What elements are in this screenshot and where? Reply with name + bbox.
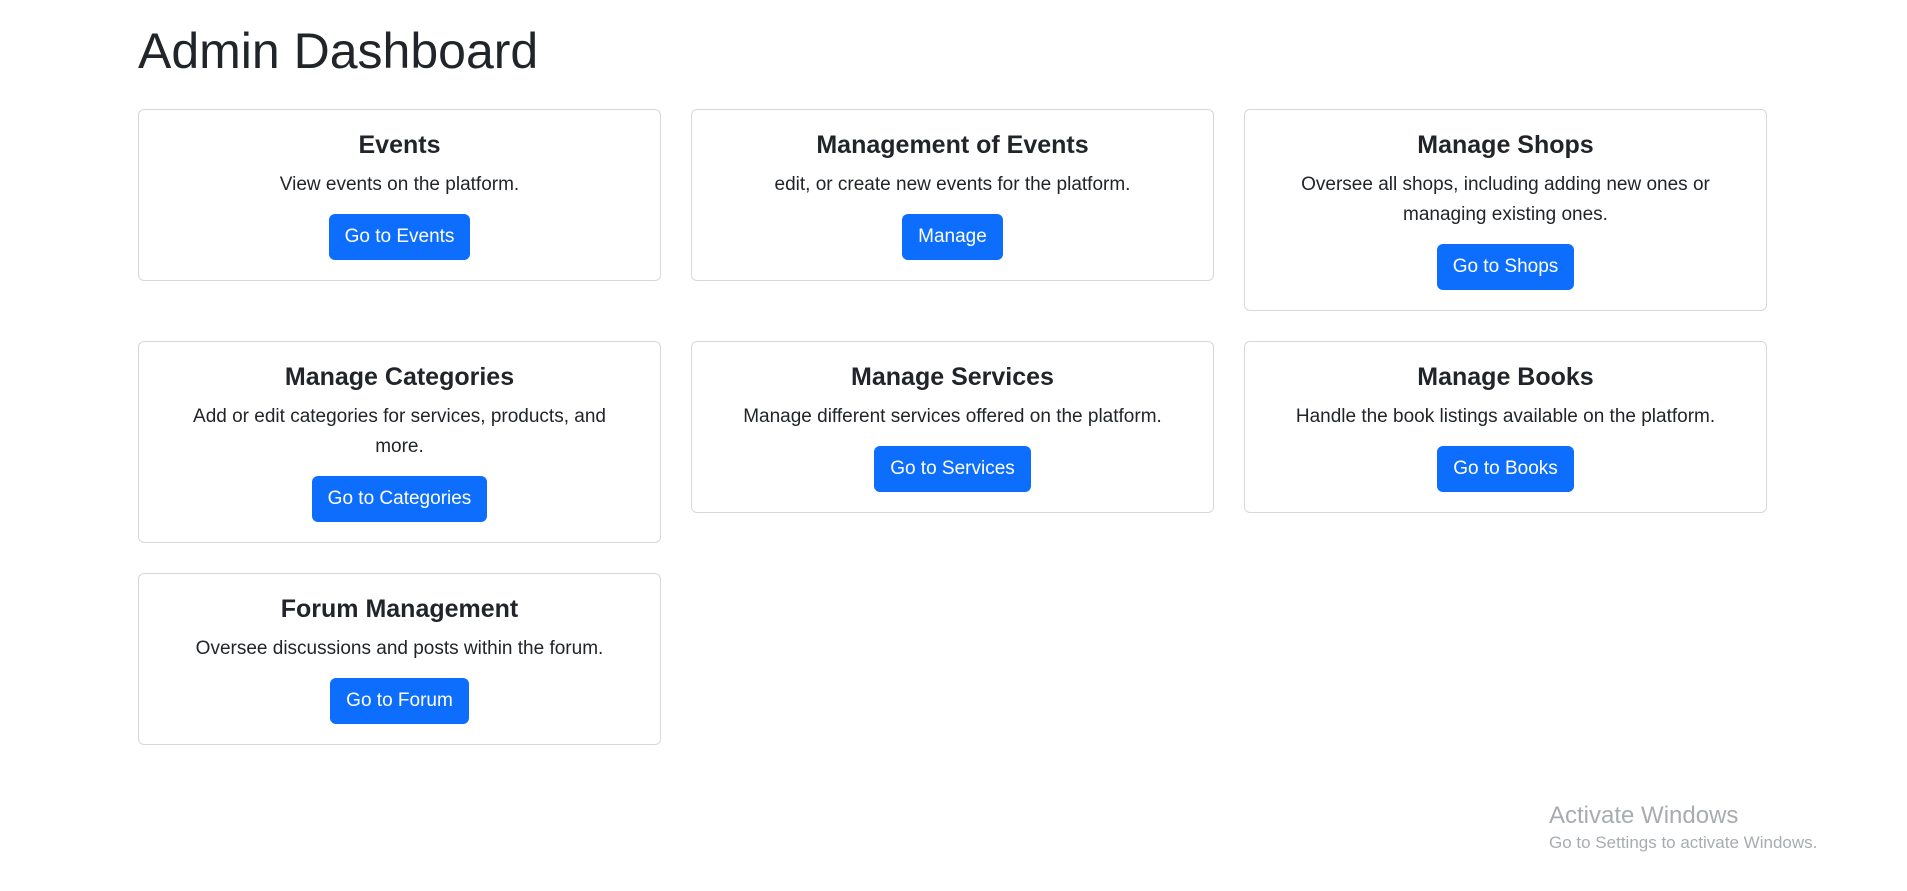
card-description: Add or edit categories for services, pro… — [193, 406, 606, 457]
watermark-subtitle: Go to Settings to activate Windows. — [1549, 833, 1818, 852]
card-title: Management of Events — [816, 131, 1089, 159]
go-to-categories-button[interactable]: Go to Categories — [311, 476, 488, 522]
card-description: Oversee discussions and posts within the… — [195, 638, 604, 659]
go-to-services-button[interactable]: Go to Services — [874, 446, 1031, 492]
card-description: View events on the platform. — [279, 174, 520, 195]
card-description: edit, or create new events for the platf… — [774, 174, 1131, 195]
card-title: Forum Management — [280, 595, 519, 623]
card-manage-shops: Manage Shops Oversee all shops, includin… — [1244, 109, 1767, 311]
card-forum-management: Forum Management Oversee discussions and… — [138, 573, 661, 745]
card-management-of-events: Management of Events edit, or create new… — [691, 109, 1214, 281]
card-grid: Events View events on the platform. Go t… — [138, 109, 1768, 745]
card-description: Handle the book listings available on th… — [1295, 406, 1716, 427]
activate-windows-watermark: Activate Windows Go to Settings to activ… — [1549, 801, 1817, 855]
go-to-books-button[interactable]: Go to Books — [1437, 446, 1574, 492]
go-to-shops-button[interactable]: Go to Shops — [1436, 244, 1575, 290]
admin-dashboard-page: Admin Dashboard Events View events on th… — [0, 0, 1907, 891]
card-manage-categories: Manage Categories Add or edit categories… — [138, 341, 661, 543]
card-title: Manage Shops — [1417, 131, 1594, 159]
go-to-events-button[interactable]: Go to Events — [328, 214, 471, 260]
page-title: Admin Dashboard — [138, 23, 539, 79]
watermark-title: Activate Windows — [1549, 802, 1739, 829]
card-description: Manage different services offered on the… — [743, 406, 1162, 427]
card-manage-services: Manage Services Manage different service… — [691, 341, 1214, 513]
card-events: Events View events on the platform. Go t… — [138, 109, 661, 281]
card-manage-books: Manage Books Handle the book listings av… — [1244, 341, 1767, 513]
card-title: Manage Services — [851, 363, 1054, 391]
card-description: Oversee all shops, including adding new … — [1301, 174, 1710, 225]
card-title: Manage Categories — [284, 363, 515, 391]
manage-events-button[interactable]: Manage — [902, 214, 1003, 260]
card-title: Events — [358, 131, 441, 159]
card-title: Manage Books — [1417, 363, 1594, 391]
go-to-forum-button[interactable]: Go to Forum — [330, 678, 469, 724]
